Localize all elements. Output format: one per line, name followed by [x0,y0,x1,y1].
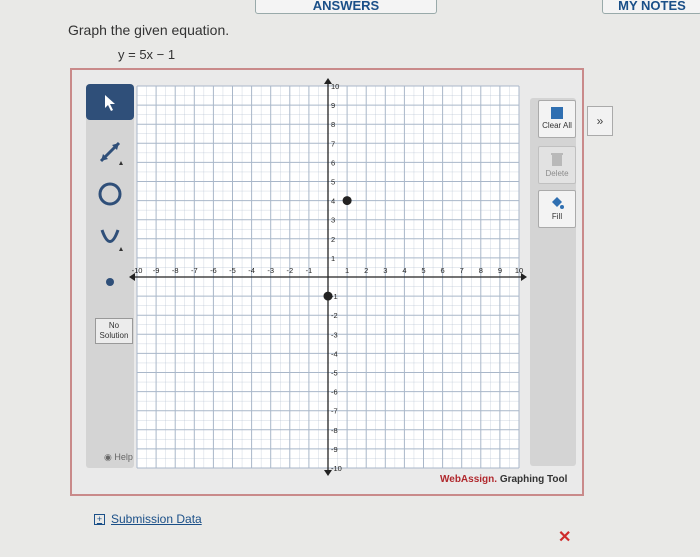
y-tick-label: -2 [331,311,338,320]
y-tick-label: 1 [331,254,335,263]
expand-plus-icon: + [94,513,105,525]
x-tick-label: -8 [172,266,179,275]
y-tick-label: 2 [331,235,335,244]
y-tick-label: -6 [331,388,338,397]
submission-data-link[interactable]: + Submission Data [94,512,202,526]
x-tick-label: -5 [229,266,236,275]
y-tick-label: 9 [331,101,335,110]
y-tick-label: -8 [331,426,338,435]
y-tick-label: 10 [331,82,339,91]
y-tick-label: -4 [331,349,338,358]
y-tick-label: -9 [331,445,338,454]
x-tick-label: 7 [460,266,464,275]
x-tick-label: 6 [441,266,445,275]
x-tick-label: 9 [498,266,502,275]
x-tick-label: 2 [364,266,368,275]
y-tick-label: 6 [331,158,335,167]
y-tick-label: -5 [331,369,338,378]
y-tick-label: -3 [331,330,338,339]
x-tick-label: 4 [402,266,406,275]
y-tick-label: 5 [331,178,335,187]
y-tick-label: 7 [331,139,335,148]
x-tick-label: 1 [345,266,349,275]
y-tick-label: 3 [331,216,335,225]
x-tick-label: 5 [421,266,425,275]
incorrect-mark-icon: ✕ [558,529,572,546]
webassign-brand: WebAssign. Graphing Tool [440,474,568,485]
y-tick-label: 8 [331,120,335,129]
x-tick-label: -4 [248,266,255,275]
x-tick-label: 8 [479,266,483,275]
x-tick-label: -9 [153,266,160,275]
y-tick-label: -7 [331,407,338,416]
coordinate-graph[interactable]: -10 -9 -8 -7 -6 -5 -4 -3 -2 -1 1 2 3 4 5 6 7 8 9 10 10 9 8 7 6 5… [0,0,700,557]
x-tick-label: -2 [286,266,293,275]
y-tick-label: 4 [331,197,335,206]
plotted-point [323,291,333,301]
x-tick-label: 10 [515,266,523,275]
x-tick-label: -6 [210,266,217,275]
x-tick-label: -1 [306,266,313,275]
plotted-point [342,196,352,206]
x-tick-label: -7 [191,266,198,275]
x-tick-label: 3 [383,266,387,275]
x-tick-label: -3 [267,266,274,275]
y-tick-label: -10 [331,464,342,473]
x-tick-label: -10 [132,266,143,275]
